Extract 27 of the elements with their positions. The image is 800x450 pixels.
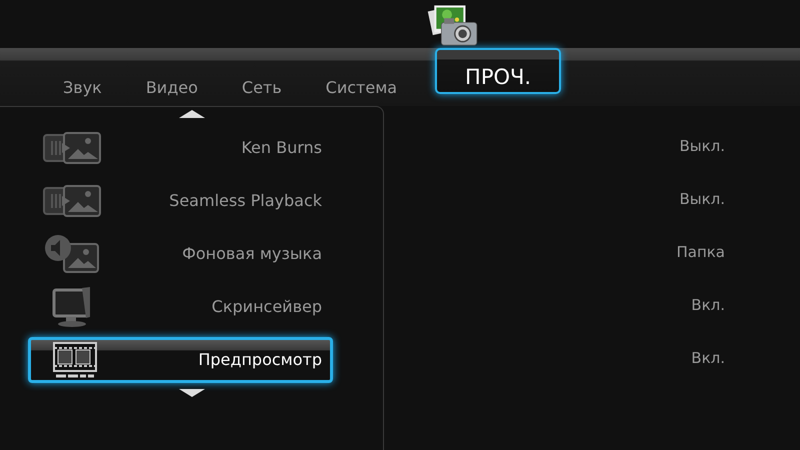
setting-label: Ken Burns	[241, 136, 322, 158]
slideshow-icon	[42, 184, 102, 218]
setting-label: Фоновая музыка	[182, 242, 322, 264]
scroll-down-arrow-icon	[178, 389, 204, 397]
setting-value: Выкл.	[679, 136, 725, 158]
setting-label: Предпросмотр	[198, 348, 322, 370]
music-picture-icon	[44, 234, 100, 274]
setting-row[interactable]: Скринсейвер	[28, 284, 333, 330]
tv-icon	[52, 286, 92, 328]
setting-value: Вкл.	[691, 295, 725, 316]
setting-row[interactable]: Ken Burns	[28, 124, 333, 170]
setting-label: Seamless Playback	[169, 190, 322, 212]
setting-row[interactable]: Seamless Playback	[28, 178, 333, 224]
slideshow-icon	[42, 130, 102, 164]
tab[interactable]: Система	[318, 62, 406, 106]
setting-value: Папка	[676, 242, 725, 264]
setting-value: Выкл.	[679, 189, 725, 210]
setting-row[interactable]: Фоновая музыка	[28, 230, 333, 276]
setting-value: Вкл.	[691, 348, 725, 370]
scroll-up-arrow-icon	[178, 110, 204, 118]
tab[interactable]: ПРОЧ.	[435, 48, 562, 94]
tab[interactable]: Сеть	[234, 62, 290, 106]
film-icon	[52, 340, 98, 378]
setting-label: Скринсейвер	[212, 296, 322, 318]
tab[interactable]: Звук	[55, 62, 110, 106]
setting-row[interactable]: Предпросмотр	[28, 336, 333, 382]
tab[interactable]: Видео	[138, 62, 206, 106]
